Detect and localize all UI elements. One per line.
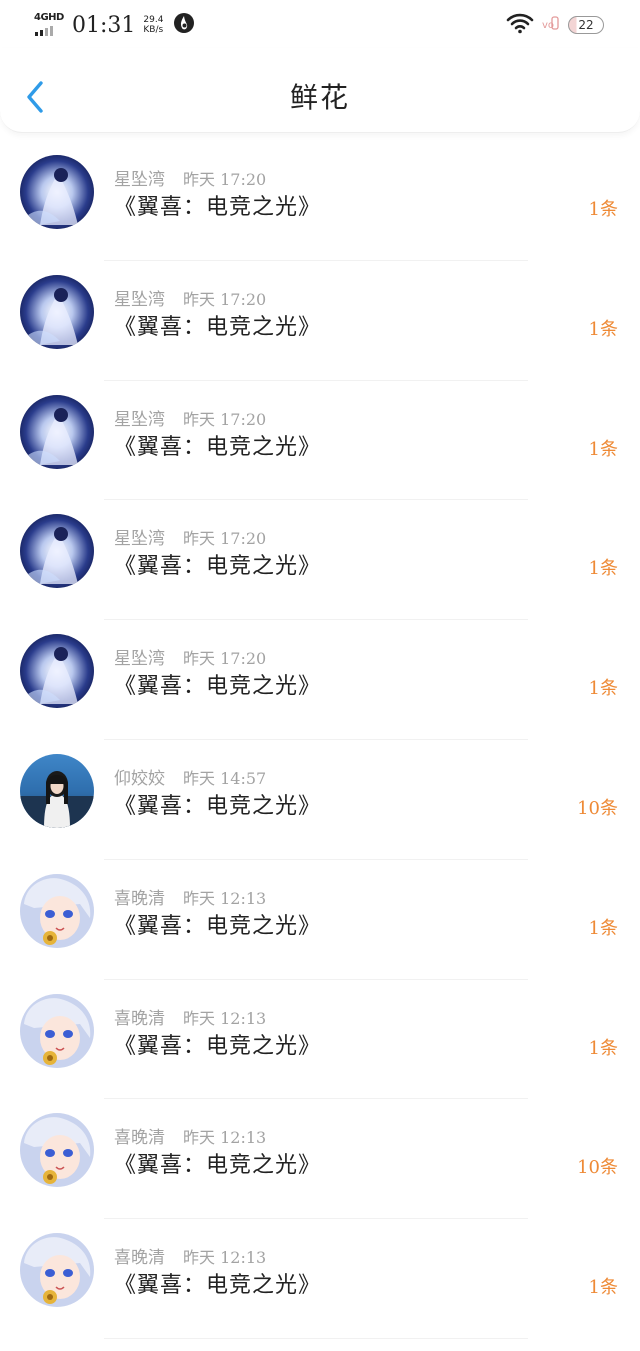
work-title: 《翼喜：电竞之光》	[114, 913, 322, 939]
avatar[interactable]	[20, 753, 94, 828]
status-time: 01:31	[72, 12, 136, 38]
item-meta: 喜晚清 昨天 12:13	[114, 1004, 266, 1029]
flower-count: 1条	[588, 558, 618, 580]
item-meta: 星坠湾 昨天 17:20	[114, 285, 266, 310]
timestamp: 昨天 12:13	[183, 888, 267, 908]
flower-count: 1条	[588, 199, 618, 220]
app-notification-icon	[173, 12, 195, 38]
flower-count: 10条	[577, 797, 618, 819]
item-meta: 星坠湾 昨天 17:20	[114, 524, 266, 549]
page-title: 鲜花	[289, 81, 350, 114]
avatar[interactable]	[20, 274, 94, 349]
status-left: 4GHD 01:31 29.4 KB/s	[34, 10, 195, 40]
timestamp: 昨天 17:20	[183, 529, 267, 549]
flower-count: 10条	[577, 1157, 618, 1179]
list-item[interactable]: 仰姣姣 昨天 14:57 《翼喜：电竞之光》 10条	[0, 740, 640, 860]
timestamp: 昨天 12:13	[183, 1008, 267, 1028]
item-meta: 喜晚清 昨天 12:13	[114, 1243, 266, 1268]
list-item[interactable]: 喜晚清 昨天 12:13 《翼喜：电竞之光》 1条	[0, 980, 640, 1100]
work-title: 《翼喜：电竞之光》	[114, 554, 322, 580]
list-item[interactable]: 喜晚清 昨天 12:13 《翼喜：电竞之光》 1条	[0, 860, 640, 980]
username: 星坠湾	[114, 649, 165, 670]
network-type: 4GHD	[34, 12, 64, 23]
timestamp: 昨天 17:20	[183, 649, 267, 669]
work-title: 《翼喜：电竞之光》	[114, 793, 322, 819]
avatar[interactable]	[20, 394, 94, 469]
list-item[interactable]: 喜晚清 昨天 12:13 《翼喜：电竞之光》 10条	[0, 1099, 640, 1219]
flower-count: 1条	[588, 318, 618, 340]
username: 喜晚清	[114, 1008, 165, 1029]
flower-count: 1条	[588, 438, 618, 460]
work-title: 《翼喜：电竞之光》	[114, 1153, 322, 1179]
username: 星坠湾	[114, 289, 165, 310]
flower-count: 1条	[588, 1277, 618, 1299]
network-speed: 29.4 KB/s	[143, 15, 163, 35]
list-item[interactable]: 星坠湾 昨天 17:20 《翼喜：电竞之光》 1条	[0, 261, 640, 381]
wifi-icon	[506, 12, 534, 38]
timestamp: 昨天 17:20	[183, 409, 267, 429]
flower-list: 星坠湾 昨天 17:20 《翼喜：电竞之光》 1条 星坠湾 昨天 17:20 《翼喜…	[0, 141, 640, 1339]
list-item[interactable]: 星坠湾 昨天 17:20 《翼喜：电竞之光》 1条	[0, 500, 640, 620]
avatar[interactable]	[20, 873, 94, 948]
status-right: vo 22	[506, 12, 604, 38]
speed-value: 29.4	[143, 15, 164, 25]
avatar[interactable]	[20, 1113, 94, 1188]
username: 星坠湾	[114, 170, 165, 190]
item-meta: 仰姣姣 昨天 14:57	[114, 764, 266, 789]
timestamp: 昨天 14:57	[183, 768, 267, 788]
item-meta: 喜晚清 昨天 12:13	[114, 884, 266, 909]
list-item[interactable]: 星坠湾 昨天 17:20 《翼喜：电竞之光》 1条	[0, 141, 640, 261]
item-meta: 星坠湾 昨天 17:20	[114, 644, 266, 669]
status-bar: 4GHD 01:31 29.4 KB/s vo 22	[0, 0, 640, 48]
speed-unit: KB/s	[143, 25, 164, 35]
flower-count: 1条	[588, 678, 618, 700]
username: 喜晚清	[114, 888, 165, 909]
username: 星坠湾	[114, 409, 165, 430]
username: 星坠湾	[114, 529, 165, 550]
work-title: 《翼喜：电竞之光》	[114, 195, 322, 220]
battery-indicator: 22	[568, 16, 604, 34]
username: 喜晚清	[114, 1128, 165, 1149]
timestamp: 昨天 17:20	[183, 289, 267, 309]
avatar[interactable]	[20, 1233, 94, 1308]
signal-indicator: 4GHD	[34, 12, 64, 38]
work-title: 《翼喜：电竞之光》	[114, 314, 322, 340]
timestamp: 昨天 12:13	[183, 1128, 267, 1148]
avatar[interactable]	[20, 514, 94, 589]
timestamp: 昨天 12:13	[183, 1248, 267, 1268]
flower-count: 1条	[588, 917, 618, 939]
list-item[interactable]: 星坠湾 昨天 17:20 《翼喜：电竞之光》 1条	[0, 381, 640, 501]
username: 仰姣姣	[114, 768, 165, 789]
work-title: 《翼喜：电竞之光》	[114, 1033, 322, 1059]
avatar[interactable]	[20, 993, 94, 1068]
header: 鲜花	[0, 48, 640, 133]
avatar[interactable]	[20, 634, 94, 709]
list-item[interactable]: 星坠湾 昨天 17:20 《翼喜：电竞之光》 1条	[0, 620, 640, 740]
item-meta: 星坠湾 昨天 17:20	[114, 405, 266, 430]
signal-bars-icon	[35, 26, 53, 36]
item-meta: 喜晚清 昨天 12:13	[114, 1123, 266, 1148]
work-title: 《翼喜：电竞之光》	[114, 1273, 322, 1299]
flower-count: 1条	[588, 1037, 618, 1059]
volte-icon: vo	[542, 13, 560, 37]
username: 喜晚清	[114, 1248, 165, 1269]
timestamp: 昨天 17:20	[183, 170, 267, 189]
item-meta: 星坠湾 昨天 17:20	[114, 165, 266, 190]
list-item[interactable]: 喜晚清 昨天 12:13 《翼喜：电竞之光》 1条	[0, 1219, 640, 1339]
work-title: 《翼喜：电竞之光》	[114, 434, 322, 460]
work-title: 《翼喜：电竞之光》	[114, 674, 322, 700]
avatar[interactable]	[20, 155, 94, 229]
